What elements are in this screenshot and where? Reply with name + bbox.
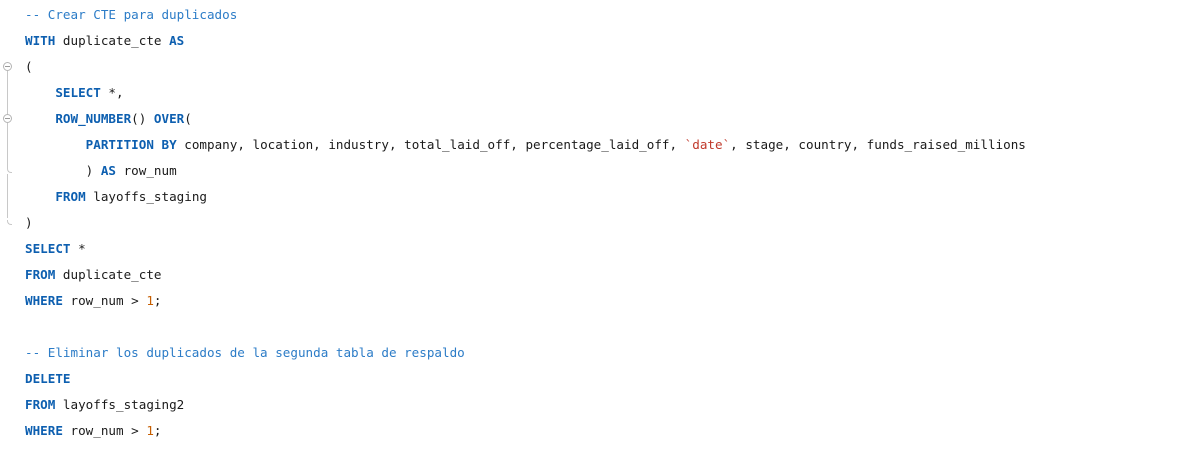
code-line[interactable]: SELECT * [25, 236, 86, 262]
sql-text: row_num > [62, 423, 147, 438]
sql-text: layoffs_staging [85, 189, 208, 204]
sql-keyword: WHERE [25, 423, 63, 438]
sql-keyword: DELETE [25, 371, 71, 386]
sql-text: *, [100, 85, 124, 100]
fold-gutter [0, 0, 24, 452]
sql-text: row_num [116, 163, 177, 178]
fold-guide-line [7, 71, 8, 116]
sql-comment: -- Eliminar los duplicados de la segunda… [25, 345, 465, 360]
sql-string: `date` [684, 137, 731, 152]
sql-text: row_num > [62, 293, 147, 308]
code-line[interactable]: ) [25, 210, 33, 236]
code-line[interactable]: SELECT *, [25, 80, 124, 106]
sql-keyword: ROW_NUMBER [55, 111, 132, 126]
sql-text: duplicate_cte [55, 33, 170, 48]
sql-text: ; [153, 293, 162, 308]
code-line[interactable]: -- Crear CTE para duplicados [25, 2, 237, 28]
code-line[interactable]: -- Eliminar los duplicados de la segunda… [25, 340, 465, 366]
fold-end-icon [7, 220, 12, 225]
sql-text: company, location, industry, total_laid_… [176, 137, 685, 152]
sql-code-editor[interactable]: -- Crear CTE para duplicados WITH duplica… [0, 0, 1192, 452]
sql-text: ( [25, 59, 33, 74]
sql-keyword: FROM [25, 267, 56, 282]
sql-text: * [70, 241, 86, 256]
code-line[interactable]: WHERE row_num > 1; [25, 288, 162, 314]
sql-text: duplicate_cte [55, 267, 162, 282]
sql-keyword: AS [169, 33, 185, 48]
sql-keyword: WHERE [25, 293, 63, 308]
sql-keyword: PARTITION BY [85, 137, 177, 152]
sql-keyword: OVER [153, 111, 185, 126]
sql-keyword: SELECT [55, 85, 101, 100]
code-line[interactable]: PARTITION BY company, location, industry… [25, 132, 1026, 158]
code-line[interactable]: WHERE row_num > 1; [25, 418, 162, 444]
fold-end-icon [7, 168, 12, 173]
sql-text: () [131, 111, 154, 126]
sql-keyword: FROM [55, 189, 86, 204]
code-line[interactable]: FROM layoffs_staging2 [25, 392, 184, 418]
fold-collapse-icon[interactable] [3, 114, 12, 123]
sql-keyword: AS [100, 163, 116, 178]
sql-text: layoffs_staging2 [55, 397, 185, 412]
code-line[interactable]: ) AS row_num [25, 158, 177, 184]
sql-text: ( [184, 111, 192, 126]
code-line[interactable]: ( [25, 54, 33, 80]
fold-collapse-icon[interactable] [3, 62, 12, 71]
sql-number: 1 [146, 423, 154, 438]
fold-guide-line [7, 174, 8, 218]
code-line[interactable]: FROM duplicate_cte [25, 262, 162, 288]
sql-keyword: FROM [25, 397, 56, 412]
sql-text: ; [153, 423, 162, 438]
code-line[interactable]: DELETE [25, 366, 71, 392]
sql-keyword: SELECT [25, 241, 71, 256]
code-line[interactable]: ROW_NUMBER() OVER( [25, 106, 192, 132]
sql-text: ) [25, 215, 33, 230]
code-line[interactable]: WITH duplicate_cte AS [25, 28, 184, 54]
sql-number: 1 [146, 293, 154, 308]
sql-comment: -- Crear CTE para duplicados [25, 7, 238, 22]
sql-keyword: WITH [25, 33, 56, 48]
fold-guide-line [7, 123, 8, 168]
code-line[interactable]: FROM layoffs_staging [25, 184, 207, 210]
sql-text: , stage, country, funds_raised_millions [730, 137, 1026, 152]
sql-text: ) [25, 163, 101, 178]
